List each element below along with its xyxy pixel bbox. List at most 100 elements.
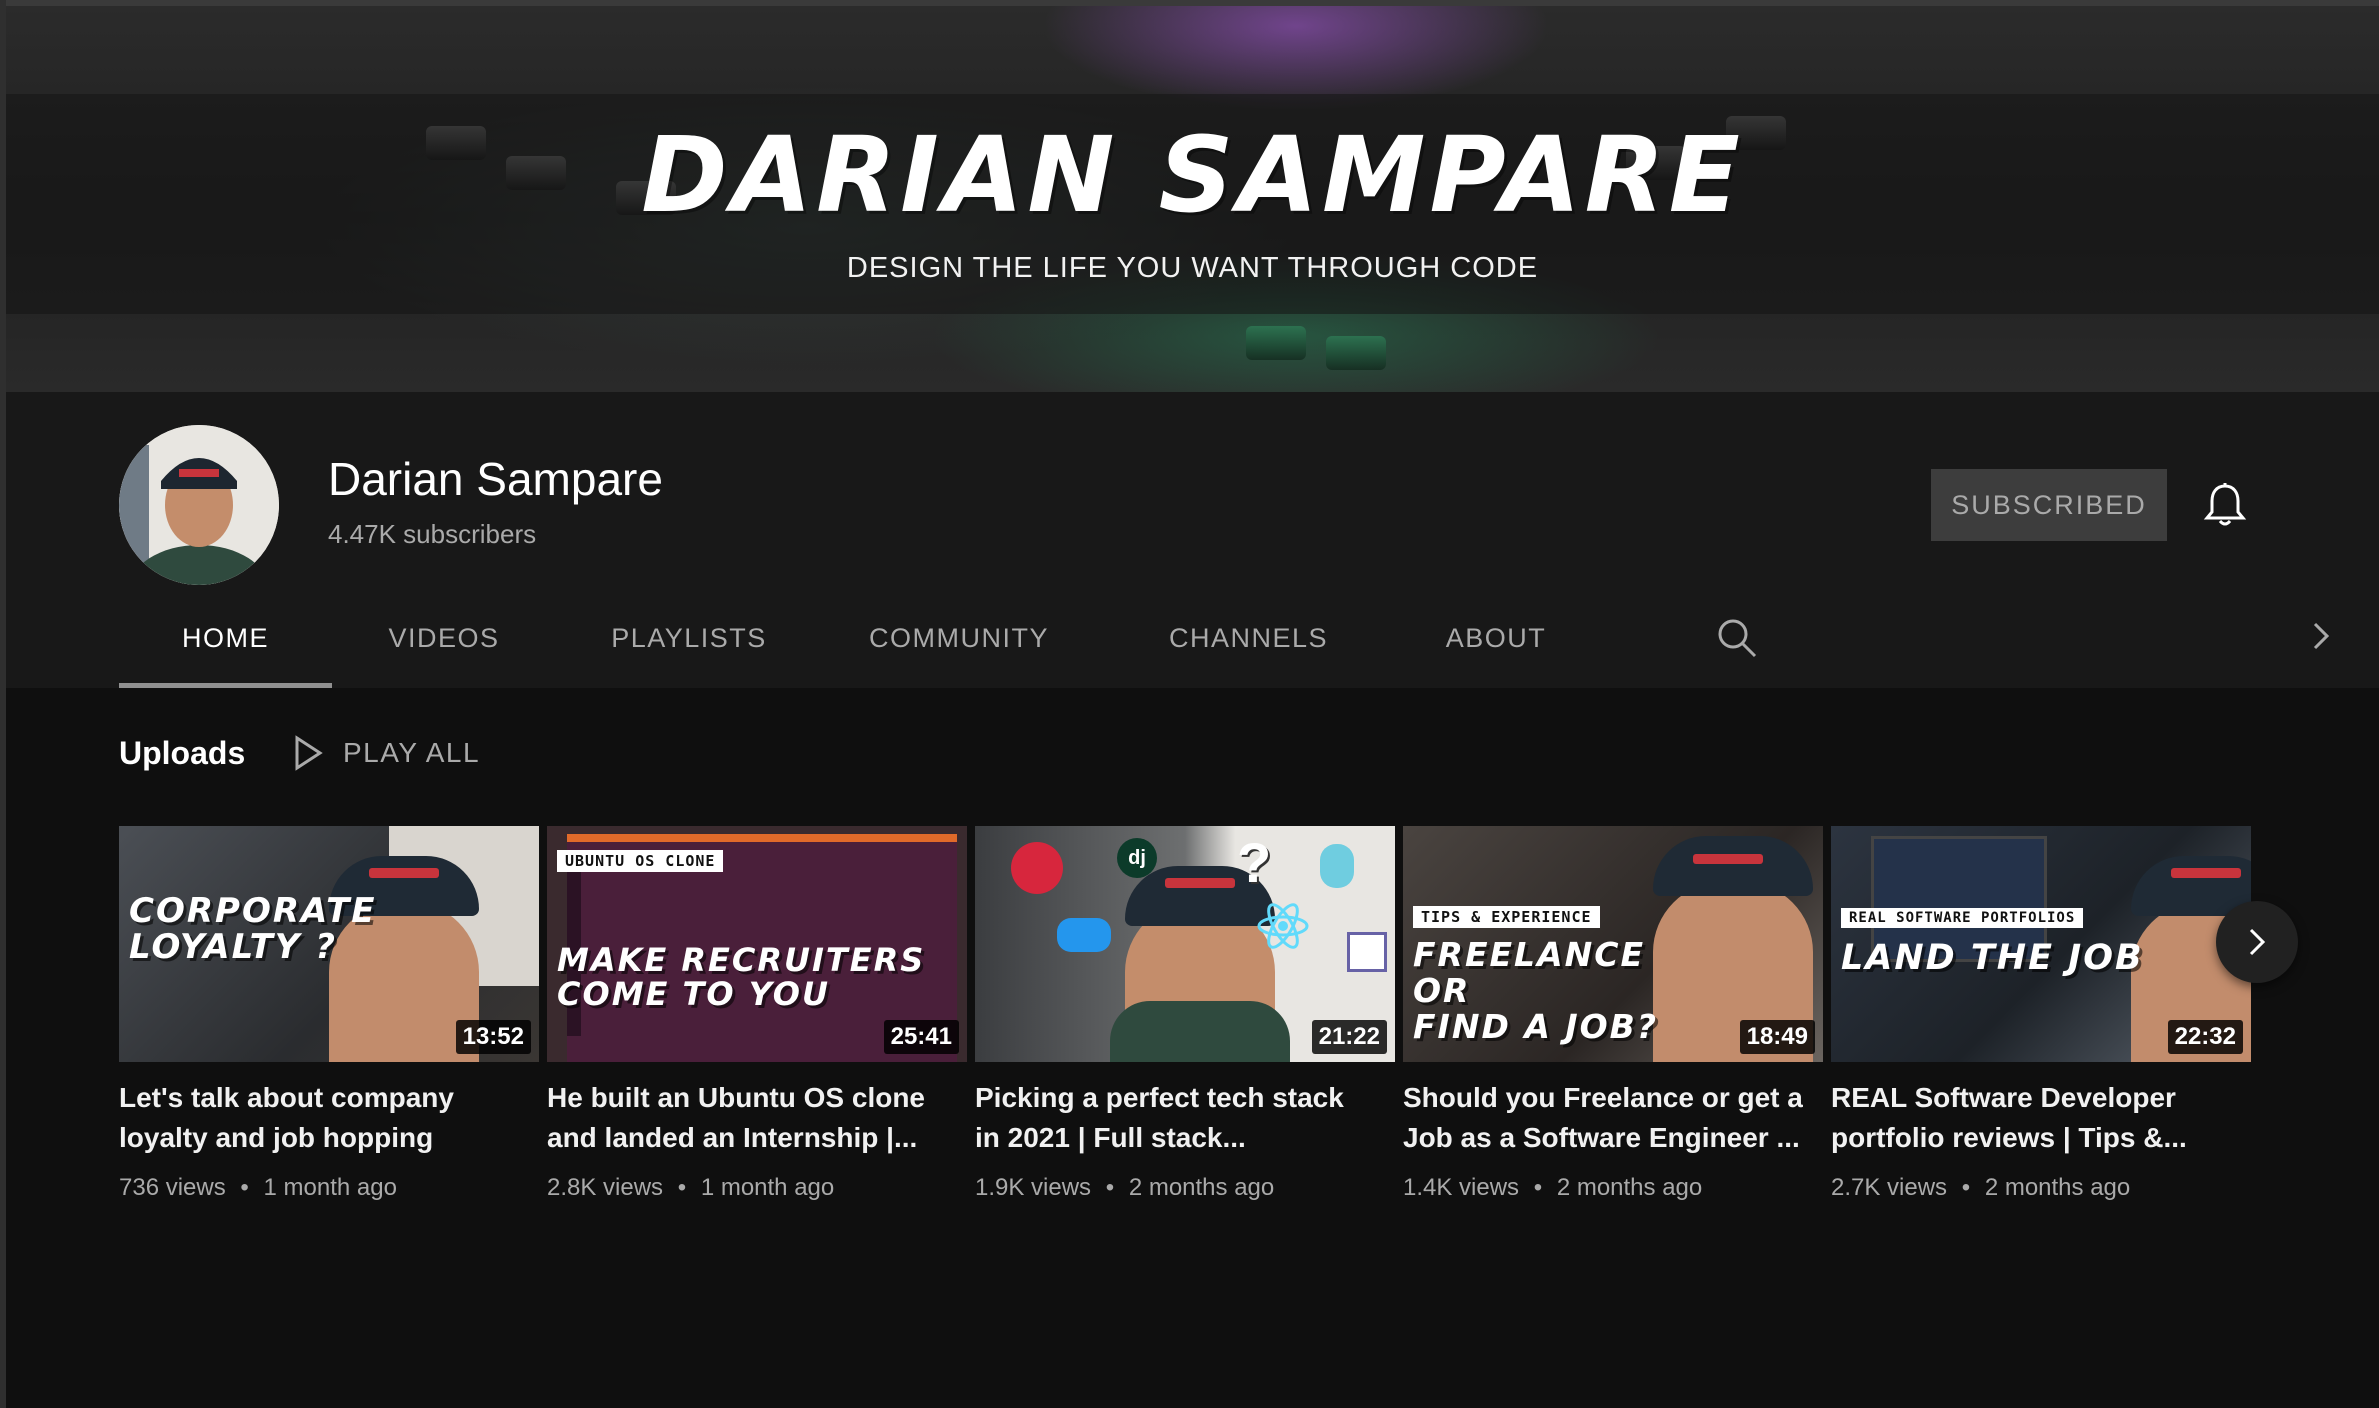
thumbnail-cap: [1653, 836, 1813, 896]
thumbnail-chip: REAL SOFTWARE PORTFOLIOS: [1841, 908, 2084, 928]
video-thumbnail[interactable]: UBUNTU OS CLONE MAKE RECRUITERS COME TO …: [547, 826, 967, 1062]
banner-title: DARIAN SAMPARE: [641, 114, 1744, 236]
video-age: 2 months ago: [1984, 1174, 2131, 1201]
video-title[interactable]: Should you Freelance or get a Job as a S…: [1403, 1078, 1813, 1158]
react-logo-icon: [1257, 903, 1309, 949]
video-title-line: loyalty and job hopping: [119, 1122, 434, 1153]
tab-channels[interactable]: CHANNELS: [1166, 588, 1331, 688]
uploads-heading: Uploads: [119, 735, 246, 771]
thumbnail-text: OR: [1413, 971, 1471, 1010]
video-meta: 2.7K views • 2 months ago: [1831, 1174, 2130, 1202]
nestjs-logo-icon: [1011, 842, 1063, 894]
video-duration: 21:22: [1311, 1020, 1387, 1054]
thumbnail-text: FIND A JOB?: [1413, 1007, 1658, 1046]
avatar-portrait: [119, 425, 279, 585]
carousel-next-button[interactable]: [2216, 901, 2298, 983]
video-title-line: REAL Software Developer: [1831, 1082, 2176, 1113]
thumbnail-cap-band: [2171, 868, 2241, 878]
thumbnail-text: MAKE RECRUITERS: [557, 941, 926, 979]
bell-icon[interactable]: [2203, 482, 2247, 528]
video-age: 2 months ago: [1556, 1174, 1703, 1201]
video-title-line: Let's talk about company: [119, 1082, 454, 1113]
video-thumbnail[interactable]: REAL SOFTWARE PORTFOLIOS LAND THE JOB 22…: [1831, 826, 2251, 1062]
video-duration: 25:41: [883, 1020, 959, 1054]
video-title-line: in 2021 | Full stack...: [975, 1122, 1246, 1153]
video-title[interactable]: He built an Ubuntu OS clone and landed a…: [547, 1078, 957, 1158]
channel-name[interactable]: Darian Sampare: [328, 452, 663, 506]
video-meta: 1.9K views • 2 months ago: [975, 1174, 1274, 1202]
video-title-line: Picking a perfect tech stack: [975, 1082, 1344, 1113]
chevron-right-icon: [2249, 928, 2266, 956]
play-all-label: PLAY ALL: [343, 737, 481, 768]
tab-community[interactable]: COMMUNITY: [869, 588, 1049, 688]
video-card[interactable]: CORPORATE LOYALTY ? 13:52: [119, 826, 539, 1066]
video-card[interactable]: TIPS & EXPERIENCE FREELANCE OR FIND A JO…: [1403, 826, 1823, 1066]
video-views: 736 views: [119, 1174, 226, 1201]
channel-avatar[interactable]: [119, 425, 279, 585]
keyboard-key-decor: [1246, 326, 1306, 360]
video-meta: 736 views • 1 month ago: [119, 1174, 397, 1202]
video-title[interactable]: Let's talk about company loyalty and job…: [119, 1078, 529, 1158]
video-thumbnail[interactable]: TIPS & EXPERIENCE FREELANCE OR FIND A JO…: [1403, 826, 1823, 1062]
video-title-line: Job as a Software Engineer ...: [1403, 1122, 1800, 1153]
video-meta: 2.8K views • 1 month ago: [547, 1174, 834, 1202]
video-views: 1.9K views: [975, 1174, 1092, 1201]
video-duration: 22:32: [2167, 1020, 2243, 1054]
thumbnail-text: CORPORATE: [129, 891, 377, 931]
thumbnail-chip: UBUNTU OS CLONE: [557, 850, 724, 872]
thumbnail-chip: TIPS & EXPERIENCE: [1413, 906, 1600, 928]
chevron-right-icon[interactable]: [2307, 614, 2335, 658]
thumbnail-cap: [2131, 856, 2251, 916]
golang-gopher-icon: [1320, 844, 1354, 888]
tab-videos[interactable]: VIDEOS: [379, 588, 509, 688]
video-age: 1 month ago: [263, 1174, 397, 1201]
thumbnail-cap-band: [1693, 854, 1763, 864]
thumbnail-text: COME TO YOU: [557, 975, 830, 1013]
banner-tagline: DESIGN THE LIFE YOU WANT THROUGH CODE: [846, 252, 1539, 284]
video-views: 2.7K views: [1831, 1174, 1948, 1201]
subscribed-button[interactable]: SUBSCRIBED: [1931, 469, 2167, 541]
channel-header: Darian Sampare 4.47K subscribers SUBSCRI…: [6, 392, 2379, 688]
tab-playlists[interactable]: PLAYLISTS: [609, 588, 769, 688]
video-age: 2 months ago: [1128, 1174, 1275, 1201]
video-views: 1.4K views: [1403, 1174, 1520, 1201]
docker-logo-icon: [1057, 918, 1111, 952]
search-icon[interactable]: [1715, 616, 1759, 660]
thumbnail-text: LOYALTY ?: [129, 927, 337, 967]
question-mark-icon: ?: [1237, 831, 1272, 894]
meta-separator: •: [240, 1174, 249, 1201]
meta-separator: •: [677, 1174, 687, 1201]
thumbnail-cap-band: [369, 868, 439, 878]
video-title[interactable]: REAL Software Developer portfolio review…: [1831, 1078, 2241, 1158]
thumbnail-shirt: [1110, 1001, 1290, 1062]
video-duration: 18:49: [1739, 1020, 1815, 1054]
play-all-button[interactable]: PLAY ALL: [293, 731, 480, 775]
tab-about[interactable]: ABOUT: [1436, 588, 1556, 688]
channel-tabs: HOME VIDEOS PLAYLISTS COMMUNITY CHANNELS…: [119, 588, 2330, 688]
video-card[interactable]: dj ? 21:22: [975, 826, 1395, 1066]
video-title-line: and landed an Internship |...: [547, 1122, 918, 1153]
meta-separator: •: [1961, 1174, 1971, 1201]
video-title[interactable]: Picking a perfect tech stack in 2021 | F…: [975, 1078, 1385, 1158]
tab-home[interactable]: HOME: [119, 588, 332, 688]
video-thumbnail[interactable]: dj ? 21:22: [975, 826, 1395, 1062]
video-meta: 1.4K views • 2 months ago: [1403, 1174, 1702, 1202]
video-card[interactable]: REAL SOFTWARE PORTFOLIOS LAND THE JOB 22…: [1831, 826, 2251, 1066]
thumbnail-cap-band: [1165, 878, 1235, 888]
video-age: 1 month ago: [700, 1174, 835, 1201]
thumbnail-text: FREELANCE: [1413, 935, 1645, 974]
video-thumbnail[interactable]: CORPORATE LOYALTY ? 13:52: [119, 826, 539, 1062]
meta-separator: •: [1105, 1174, 1115, 1201]
video-card[interactable]: UBUNTU OS CLONE MAKE RECRUITERS COME TO …: [547, 826, 967, 1066]
meta-separator: •: [1533, 1174, 1543, 1201]
keyboard-key-decor: [1326, 336, 1386, 370]
video-title-line: Should you Freelance or get a: [1403, 1082, 1803, 1113]
heroku-logo-icon: [1347, 932, 1387, 972]
channel-banner: DARIAN SAMPARE DESIGN THE LIFE YOU WANT …: [6, 6, 2379, 392]
play-icon: [295, 735, 323, 771]
video-views: 2.8K views: [547, 1174, 664, 1201]
video-title-line: portfolio reviews | Tips &...: [1831, 1122, 2187, 1153]
thumbnail-text: LAND THE JOB: [1841, 938, 2144, 978]
home-content: Uploads PLAY ALL CORPORATE LOYALTY ? 13:…: [6, 688, 2379, 1408]
subscriber-count: 4.47K subscribers: [328, 519, 537, 549]
